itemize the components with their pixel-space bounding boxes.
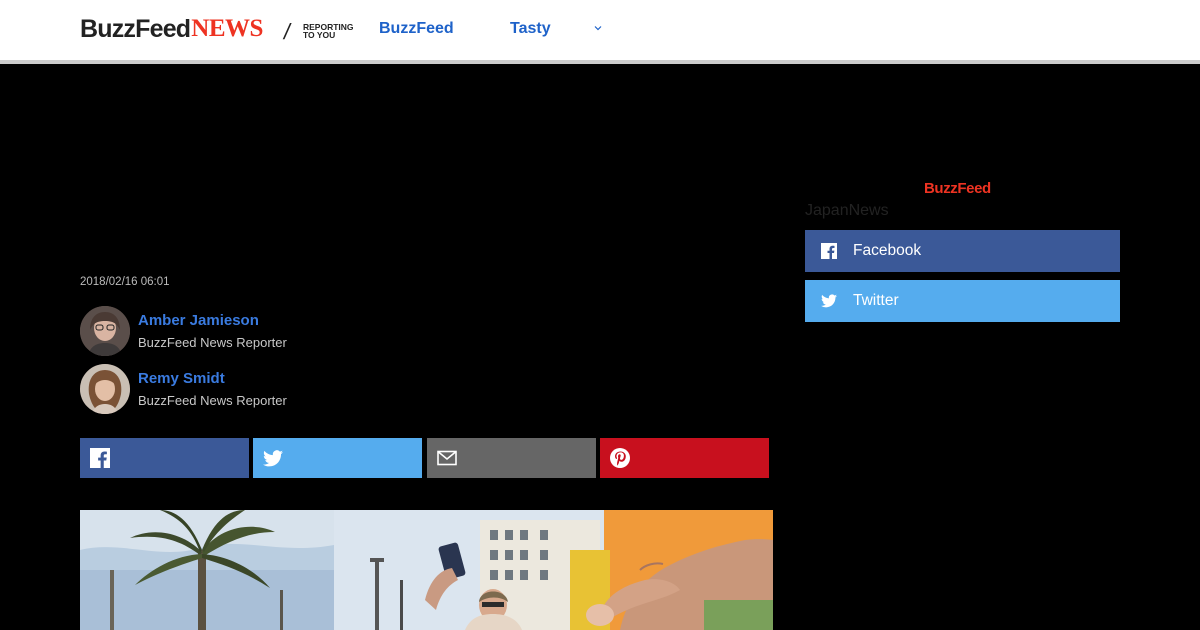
share-email-button[interactable]: [427, 438, 596, 478]
logo-tagline: REPORTING TO YOU: [303, 22, 354, 40]
nav-buzzfeed-link[interactable]: BuzzFeed: [379, 20, 454, 38]
article-timestamp: 2018/02/16 06:01: [80, 276, 170, 288]
twitter-icon: [820, 292, 838, 310]
facebook-icon: [90, 448, 110, 468]
avatar[interactable]: [80, 364, 130, 414]
buzzfeed-news-logo[interactable]: BuzzFeed NEWS / REPORTING TO YOU: [80, 14, 354, 45]
logo-slash: /: [281, 19, 293, 44]
author-byline: Remy Smidt BuzzFeed News Reporter: [80, 364, 380, 414]
mail-icon: [437, 450, 457, 466]
japan-news-label: JapanNews: [805, 202, 889, 219]
follow-facebook-label: Facebook: [853, 242, 922, 259]
avatar[interactable]: [80, 306, 130, 356]
site-header: BuzzFeed NEWS / REPORTING TO YOU BuzzFeed…: [0, 0, 1200, 64]
author-name-link[interactable]: Remy Smidt: [138, 370, 225, 387]
author-role: BuzzFeed News Reporter: [138, 393, 287, 408]
author-byline: Amber Jamieson BuzzFeed News Reporter: [80, 306, 380, 356]
author-name-link[interactable]: Amber Jamieson: [138, 312, 259, 329]
share-twitter-button[interactable]: [253, 438, 422, 478]
pinterest-icon: [610, 448, 630, 468]
logo-buzzfeed-text: BuzzFeed: [80, 14, 191, 43]
chevron-down-icon[interactable]: [592, 22, 604, 34]
follow-facebook-button[interactable]: Facebook: [805, 230, 1120, 272]
facebook-icon: [820, 242, 838, 260]
nav-tasty-link[interactable]: Tasty: [510, 20, 551, 38]
article-hero-image: [80, 510, 773, 630]
logo-news-text: NEWS: [191, 15, 263, 42]
share-facebook-button[interactable]: [80, 438, 249, 478]
share-pinterest-button[interactable]: [600, 438, 769, 478]
twitter-icon: [263, 449, 283, 466]
follow-twitter-button[interactable]: Twitter: [805, 280, 1120, 322]
buzzfeed-brand-mark: BuzzFeed: [924, 180, 991, 197]
author-role: BuzzFeed News Reporter: [138, 335, 287, 350]
follow-twitter-label: Twitter: [853, 292, 899, 309]
